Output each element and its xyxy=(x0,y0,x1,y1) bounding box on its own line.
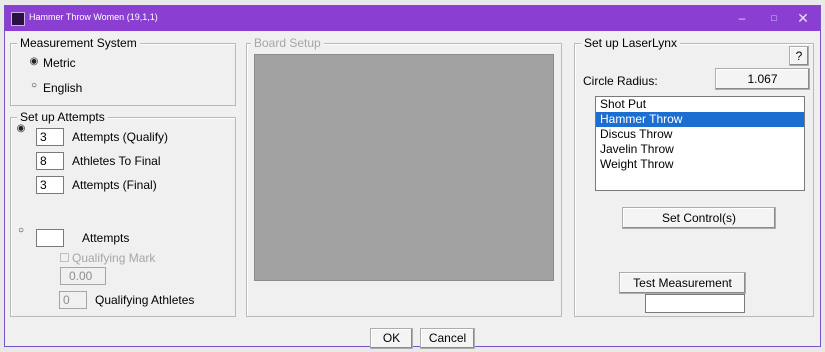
circle-radius-label: Circle Radius: xyxy=(583,74,658,88)
app-icon xyxy=(11,12,25,26)
attempts-qualify-field[interactable]: 3 xyxy=(36,128,64,146)
attempts-qualify-label: Attempts (Qualify) xyxy=(72,130,169,144)
minimize-button[interactable]: – xyxy=(726,6,758,31)
close-button[interactable]: ✕ xyxy=(787,6,819,31)
event-option-discus-throw[interactable]: Discus Throw xyxy=(596,127,804,142)
metric-label[interactable]: Metric xyxy=(43,56,76,70)
measurement-system-group: Measurement System xyxy=(10,36,236,106)
attempts-final-field[interactable]: 3 xyxy=(36,176,64,194)
attempts-alt-label: Attempts xyxy=(82,231,130,245)
circle-radius-value[interactable]: 1.067 xyxy=(715,68,810,90)
test-measurement-result xyxy=(645,294,745,313)
maximize-button[interactable]: □ xyxy=(758,6,790,31)
event-option-shot-put[interactable]: Shot Put xyxy=(596,97,804,112)
board-setup-legend: Board Setup xyxy=(251,36,324,50)
english-label[interactable]: English xyxy=(43,81,82,95)
qualifying-athletes-field: 0 xyxy=(59,291,87,309)
qualifying-athletes-label: Qualifying Athletes xyxy=(95,293,195,307)
attempts-alt-field[interactable] xyxy=(36,229,64,247)
set-controls-button[interactable]: Set Control(s) xyxy=(622,207,776,229)
title-bar[interactable]: Hammer Throw Women (19,1,1) – □ ✕ xyxy=(5,6,820,31)
radio-attempts-mark-mode[interactable]: ○ xyxy=(16,225,26,237)
athletes-to-final-label: Athletes To Final xyxy=(72,154,161,168)
help-button[interactable]: ? xyxy=(789,46,809,66)
event-option-javelin-throw[interactable]: Javelin Throw xyxy=(596,142,804,157)
board-setup-area xyxy=(254,54,554,281)
event-option-weight-throw[interactable]: Weight Throw xyxy=(596,157,804,172)
cancel-button[interactable]: Cancel xyxy=(420,328,475,349)
measurement-system-legend: Measurement System xyxy=(17,36,140,50)
attempts-final-label: Attempts (Final) xyxy=(72,178,157,192)
window-title: Hammer Throw Women (19,1,1) xyxy=(29,12,158,22)
test-measurement-button[interactable]: Test Measurement xyxy=(619,272,746,294)
qualifying-mark-label: Qualifying Mark xyxy=(72,251,156,265)
qualifying-mark-field: 0.00 xyxy=(60,267,106,285)
qualifying-mark-checkbox[interactable]: ☐ xyxy=(59,251,70,265)
ok-button[interactable]: OK xyxy=(370,328,413,349)
radio-attempts-qualify-mode[interactable]: ◉ xyxy=(16,123,26,135)
event-option-hammer-throw[interactable]: Hammer Throw xyxy=(596,112,804,127)
event-listbox[interactable]: Shot Put Hammer Throw Discus Throw Javel… xyxy=(595,96,805,191)
set-up-attempts-group: Set up Attempts xyxy=(10,110,236,317)
set-up-attempts-legend: Set up Attempts xyxy=(17,110,108,124)
radio-metric[interactable]: ◉ xyxy=(29,56,39,68)
radio-english[interactable]: ○ xyxy=(29,80,39,92)
athletes-to-final-field[interactable]: 8 xyxy=(36,152,64,170)
laserlynx-legend: Set up LaserLynx xyxy=(581,36,680,50)
